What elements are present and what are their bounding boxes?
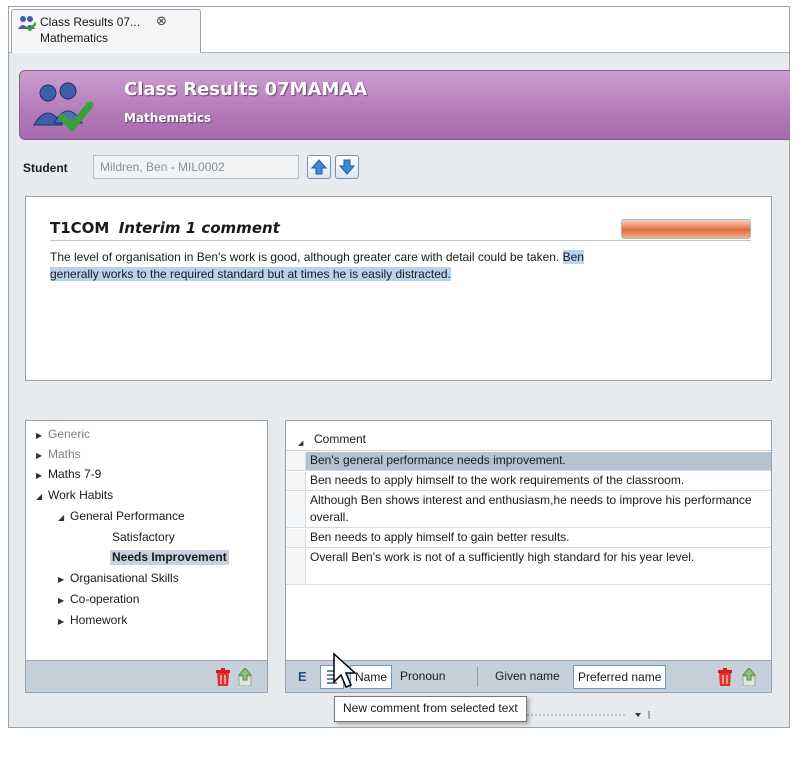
comment-category-tree: ▶ Generic ▶ Maths ▶ Maths 7-9 ◢ Work Habits … — [25, 420, 268, 661]
pronoun-button[interactable]: Pronoun — [396, 665, 449, 689]
tree-item-work-habits[interactable]: ◢ Work Habits — [36, 488, 113, 504]
expand-triangle-icon[interactable]: ▶ — [36, 428, 48, 443]
page-subtitle: Mathematics — [124, 111, 212, 125]
column-header-comment[interactable]: Comment — [314, 432, 366, 446]
comment-cell: Although Ben shows interest and enthusia… — [310, 493, 752, 524]
tab-class-results[interactable]: Class Results 07... Mathematics ⊗ — [11, 9, 201, 53]
tree-item-generic[interactable]: ▶ Generic — [36, 427, 90, 443]
sort-indicator-icon[interactable]: ◢ — [298, 439, 303, 447]
expand-triangle-icon[interactable]: ▶ — [36, 468, 48, 483]
toolbar-separator — [477, 667, 478, 687]
tree-item-satisfactory[interactable]: Satisfactory — [112, 530, 175, 545]
arrow-up-icon — [311, 159, 327, 175]
next-student-button[interactable] — [335, 155, 359, 179]
expand-triangle-icon[interactable]: ▶ — [58, 572, 70, 587]
row-header[interactable] — [286, 549, 306, 584]
tree-item-organisational-skills[interactable]: ▶ Organisational Skills — [58, 571, 179, 587]
tree-item-homework[interactable]: ▶ Homework — [58, 613, 127, 629]
edit-e-button[interactable]: E — [298, 669, 307, 684]
tab-title: Class Results 07... — [40, 15, 141, 29]
comment-header: T1COM Interim 1 comment — [50, 219, 751, 241]
student-label: Student — [23, 161, 68, 175]
table-row[interactable]: Although Ben shows interest and enthusia… — [286, 492, 771, 528]
previous-student-button[interactable] — [307, 155, 331, 179]
table-row[interactable]: Ben's general performance needs improvem… — [286, 452, 771, 471]
tooltip: New comment from selected text — [334, 696, 527, 722]
student-field[interactable]: Mildren, Ben - MIL0002 — [93, 155, 299, 179]
tree-item-general-performance[interactable]: ◢ General Performance — [58, 509, 185, 525]
table-row[interactable]: Ben needs to apply himself to the work r… — [286, 472, 771, 491]
table-row[interactable]: Overall Ben's work is not of a sufficien… — [286, 549, 771, 585]
tree-item-maths-7-9[interactable]: ▶ Maths 7-9 — [36, 467, 101, 483]
comment-text-selected-end: generally works to the required standard… — [50, 267, 451, 281]
comment-cell: Ben needs to apply himself to gain bette… — [310, 530, 570, 544]
class-results-window: Class Results 07... Mathematics ⊗ Class … — [8, 6, 790, 728]
comment-title: Interim 1 comment — [118, 219, 280, 237]
tree-item-co-operation[interactable]: ▶ Co-operation — [58, 592, 139, 608]
status-text: Interim 1 comment (Comment of up to 200 … — [41, 749, 276, 763]
comment-text-selected-start: Ben — [562, 250, 584, 264]
tab-subtitle: Mathematics — [40, 31, 109, 45]
comment-cell: Overall Ben's work is not of a sufficien… — [310, 550, 695, 564]
comment-text-plain: The level of organisation in Ben's work … — [50, 250, 563, 264]
tree-toolbar — [25, 661, 268, 693]
student-avatar — [13, 746, 35, 768]
collapse-triangle-icon[interactable]: ◢ — [36, 489, 48, 504]
collapse-triangle-icon[interactable]: ◢ — [58, 510, 70, 525]
table-row[interactable]: Ben needs to apply himself to gain bette… — [286, 529, 771, 548]
expand-triangle-icon[interactable]: ▶ — [58, 593, 70, 608]
promote-icon[interactable] — [238, 668, 252, 686]
preferred-name-button[interactable]: Preferred name — [573, 665, 667, 689]
row-header[interactable] — [286, 492, 306, 527]
status-bar: Interim 1 comment (Comment of up to 200 … — [9, 737, 789, 775]
close-tab-icon[interactable]: ⊗ — [156, 13, 167, 29]
tree-item-needs-improvement[interactable]: Needs Improvement — [110, 550, 229, 565]
comment-cell: Ben needs to apply himself to the work r… — [310, 473, 685, 487]
comment-editor[interactable]: T1COM Interim 1 comment The level of org… — [25, 196, 772, 381]
comment-bank-grid: ◢ Comment Ben's general performance need… — [285, 420, 772, 661]
comment-toolbar: E Name Pronoun Given name Preferred name — [285, 661, 772, 693]
main-content: Class Results 07MAMAA Mathematics Studen… — [9, 53, 790, 727]
given-name-button[interactable]: Given name — [491, 665, 564, 689]
delete-trash-icon[interactable] — [216, 668, 230, 686]
header-banner: Class Results 07MAMAA Mathematics — [19, 70, 790, 140]
comment-length-indicator — [621, 219, 751, 239]
class-group-icon — [18, 16, 36, 31]
page-title: Class Results 07MAMAA — [124, 79, 368, 100]
class-group-icon — [33, 82, 94, 133]
mouse-cursor-icon — [333, 652, 357, 688]
grid-header: ◢ Comment — [286, 421, 771, 451]
tree-item-maths[interactable]: ▶ Maths — [36, 447, 81, 463]
row-header[interactable] — [286, 472, 306, 490]
arrow-down-icon — [339, 159, 355, 175]
expand-triangle-icon[interactable]: ▶ — [58, 614, 70, 629]
expand-triangle-icon[interactable]: ▶ — [36, 448, 48, 463]
promote-icon[interactable] — [742, 668, 756, 686]
delete-trash-icon[interactable] — [718, 668, 732, 686]
comment-cell: Ben's general performance needs improvem… — [310, 453, 566, 467]
tab-bar: Class Results 07... Mathematics ⊗ — [9, 7, 789, 53]
row-header[interactable] — [286, 529, 306, 547]
comment-text[interactable]: The level of organisation in Ben's work … — [50, 249, 753, 283]
row-header[interactable] — [286, 452, 306, 470]
comment-code: T1COM — [50, 219, 110, 237]
